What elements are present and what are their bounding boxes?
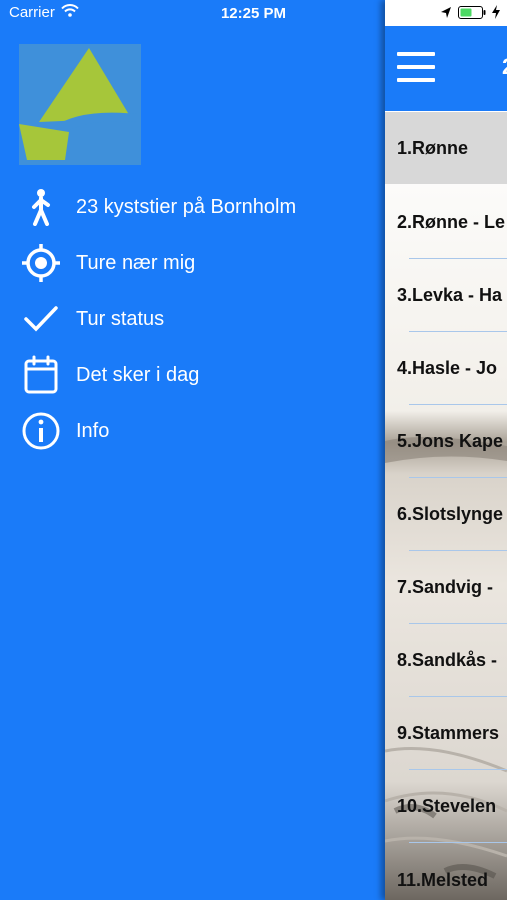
route-label: 4.Hasle - Jo bbox=[397, 357, 498, 378]
info-icon bbox=[19, 409, 63, 453]
route-row[interactable]: 3.Levka - Ha bbox=[385, 259, 507, 331]
app-logo bbox=[19, 44, 141, 165]
battery-icon bbox=[458, 6, 488, 25]
status-carrier: Carrier bbox=[9, 4, 79, 21]
main-panel[interactable]: 2 1.Rønne 2.Rønne - Le 3.Levka - Ha 4.Hasle… bbox=[385, 0, 507, 900]
route-row[interactable]: 1.Rønne bbox=[385, 112, 507, 184]
menu-label: Info bbox=[76, 419, 110, 442]
route-label: 9.Stammers bbox=[397, 722, 500, 743]
route-row[interactable]: 4.Hasle - Jo bbox=[385, 332, 507, 404]
menu-item-tur-status[interactable]: Tur status bbox=[0, 295, 385, 343]
route-label: 11.Melsted bbox=[397, 869, 489, 890]
route-label: 8.Sandkås - bbox=[397, 649, 498, 670]
route-label: 1.Rønne bbox=[397, 137, 469, 158]
header-title: 2 bbox=[502, 54, 507, 80]
menu-label: Det sker i dag bbox=[76, 363, 200, 386]
location-arrow-icon bbox=[440, 6, 452, 24]
menu-item-det-sker-i-dag[interactable]: Det sker i dag bbox=[0, 351, 385, 399]
route-row[interactable]: 8.Sandkås - bbox=[385, 624, 507, 696]
calendar-icon bbox=[19, 353, 63, 397]
walking-person-icon bbox=[19, 185, 63, 229]
route-label: 6.Slotslynge bbox=[397, 503, 504, 524]
menu-item-ture-naer-mig[interactable]: Ture nær mig bbox=[0, 239, 385, 287]
side-drawer: Carrier 23 kyststier på Bornholm Ture næ… bbox=[0, 0, 385, 900]
route-row[interactable]: 2.Rønne - Le bbox=[385, 186, 507, 258]
route-label: 10.Stevelen bbox=[397, 795, 497, 816]
menu-item-info[interactable]: Info bbox=[0, 407, 385, 455]
route-row[interactable]: 9.Stammers bbox=[385, 697, 507, 769]
status-bar-right bbox=[385, 0, 507, 26]
menu-label: Ture nær mig bbox=[76, 251, 196, 274]
route-label: 3.Levka - Ha bbox=[397, 284, 503, 305]
row-separator bbox=[409, 842, 507, 843]
wifi-icon bbox=[61, 4, 79, 21]
location-target-icon bbox=[19, 241, 63, 285]
route-label: 5.Jons Kape bbox=[397, 430, 504, 451]
route-label: 2.Rønne - Le bbox=[397, 211, 506, 232]
menu-label: 23 kyststier på Bornholm bbox=[76, 195, 297, 218]
route-row[interactable]: 6.Slotslynge bbox=[385, 478, 507, 550]
carrier-label: Carrier bbox=[9, 4, 55, 21]
menu-label: Tur status bbox=[76, 307, 165, 330]
charging-icon bbox=[492, 5, 500, 24]
route-row[interactable]: 5.Jons Kape bbox=[385, 405, 507, 477]
hamburger-menu-icon[interactable] bbox=[397, 52, 435, 82]
route-row[interactable]: 10.Stevelen bbox=[385, 770, 507, 842]
checkmark-icon bbox=[19, 297, 63, 341]
route-row[interactable]: 11.Melsted bbox=[385, 844, 507, 900]
route-row[interactable]: 7.Sandvig - bbox=[385, 551, 507, 623]
route-label: 7.Sandvig - bbox=[397, 576, 494, 597]
menu-item-kyststier[interactable]: 23 kyststier på Bornholm bbox=[0, 183, 385, 231]
